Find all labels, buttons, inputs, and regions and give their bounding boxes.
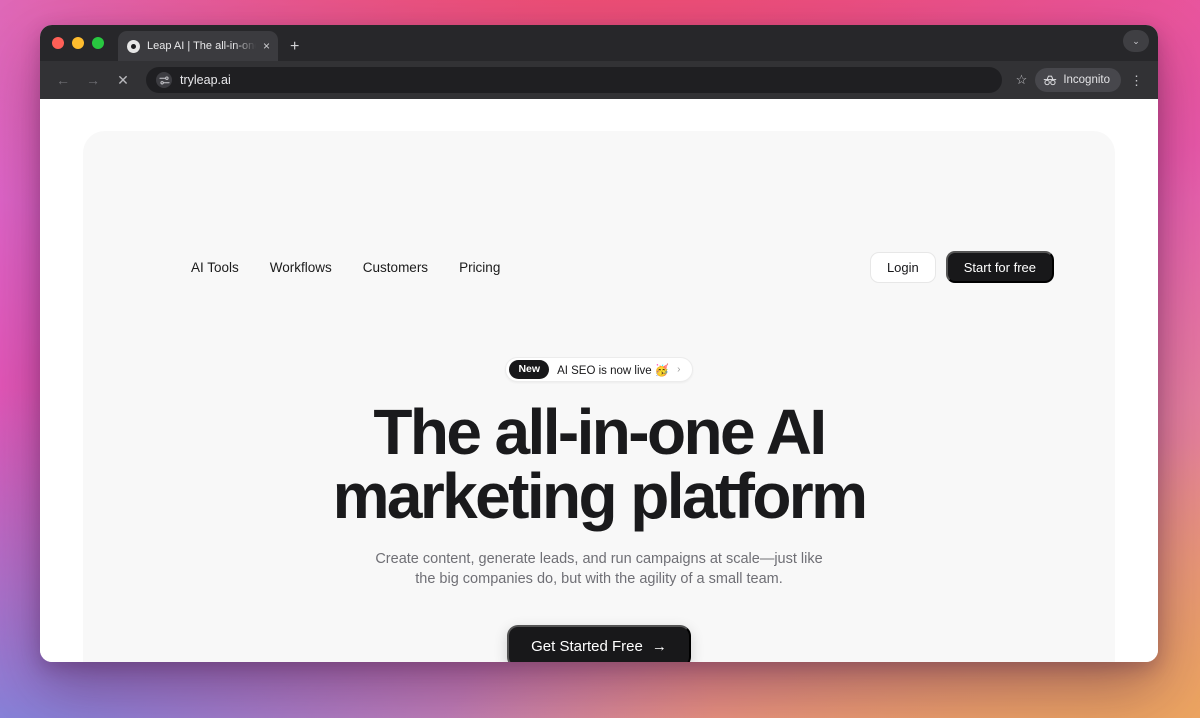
address-bar-url[interactable]: tryleap.ai [180, 73, 231, 87]
browser-tab-strip: Leap AI | The all-in-one AI ma × + ⌄ [40, 25, 1158, 61]
nav-item-pricing[interactable]: Pricing [459, 260, 500, 275]
nav-item-customers[interactable]: Customers [363, 260, 428, 275]
incognito-label: Incognito [1063, 74, 1110, 86]
browser-tab[interactable]: Leap AI | The all-in-one AI ma × [118, 31, 278, 61]
nav-item-workflows[interactable]: Workflows [270, 260, 332, 275]
browser-menu-icon[interactable]: ⋮ [1125, 74, 1148, 87]
badge-message: AI SEO is now live 🥳 [557, 364, 670, 377]
badge-new-label: New [509, 360, 550, 379]
leap-favicon-icon [127, 39, 140, 53]
site-nav-links: AI Tools Workflows Customers Pricing [191, 260, 500, 275]
login-button[interactable]: Login [869, 251, 936, 283]
window-traffic-lights [52, 25, 118, 61]
page-title: The all-in-one AI marketing platform [83, 400, 1115, 528]
headline-line-1: The all-in-one AI [373, 396, 827, 468]
start-for-free-button[interactable]: Start for free [945, 251, 1054, 283]
incognito-indicator[interactable]: Incognito [1035, 68, 1121, 92]
close-window-button[interactable] [52, 37, 64, 49]
tab-close-icon[interactable]: × [263, 40, 270, 52]
announcement-badge[interactable]: New AI SEO is now live 🥳 › [505, 357, 693, 382]
hero-section: New AI SEO is now live 🥳 › The all-in-on… [83, 357, 1115, 662]
back-button[interactable]: ← [50, 67, 76, 93]
stop-loading-button[interactable]: ✕ [110, 67, 136, 93]
get-started-free-button[interactable]: Get Started Free → [507, 625, 691, 662]
address-bar[interactable]: tryleap.ai [146, 67, 1002, 93]
tab-list-chevron-down-icon[interactable]: ⌄ [1123, 30, 1149, 52]
page-content-shell: AI Tools Workflows Customers Pricing Log… [83, 131, 1115, 662]
new-tab-button[interactable]: + [290, 39, 299, 55]
site-navbar: AI Tools Workflows Customers Pricing Log… [191, 251, 1054, 283]
page-viewport: AI Tools Workflows Customers Pricing Log… [40, 99, 1158, 662]
site-nav-actions: Login Start for free [869, 251, 1054, 283]
maximize-window-button[interactable] [92, 37, 104, 49]
arrow-right-icon: → [651, 638, 667, 656]
forward-button[interactable]: → [80, 67, 106, 93]
minimize-window-button[interactable] [72, 37, 84, 49]
headline-line-2: marketing platform [332, 460, 868, 532]
hero-subtitle: Create content, generate leads, and run … [375, 551, 823, 587]
browser-toolbar: ← → ✕ tryleap.ai ☆ Incognito ⋮ [40, 61, 1158, 99]
tab-title: Leap AI | The all-in-one AI ma [147, 40, 256, 52]
nav-item-ai-tools[interactable]: AI Tools [191, 260, 239, 275]
cta-label: Get Started Free [531, 638, 643, 656]
site-settings-icon[interactable] [156, 72, 172, 88]
incognito-icon [1044, 75, 1057, 85]
bookmark-star-icon[interactable]: ☆ [1012, 72, 1032, 88]
browser-window: Leap AI | The all-in-one AI ma × + ⌄ ← →… [40, 25, 1158, 662]
chevron-right-icon: › [677, 364, 681, 375]
